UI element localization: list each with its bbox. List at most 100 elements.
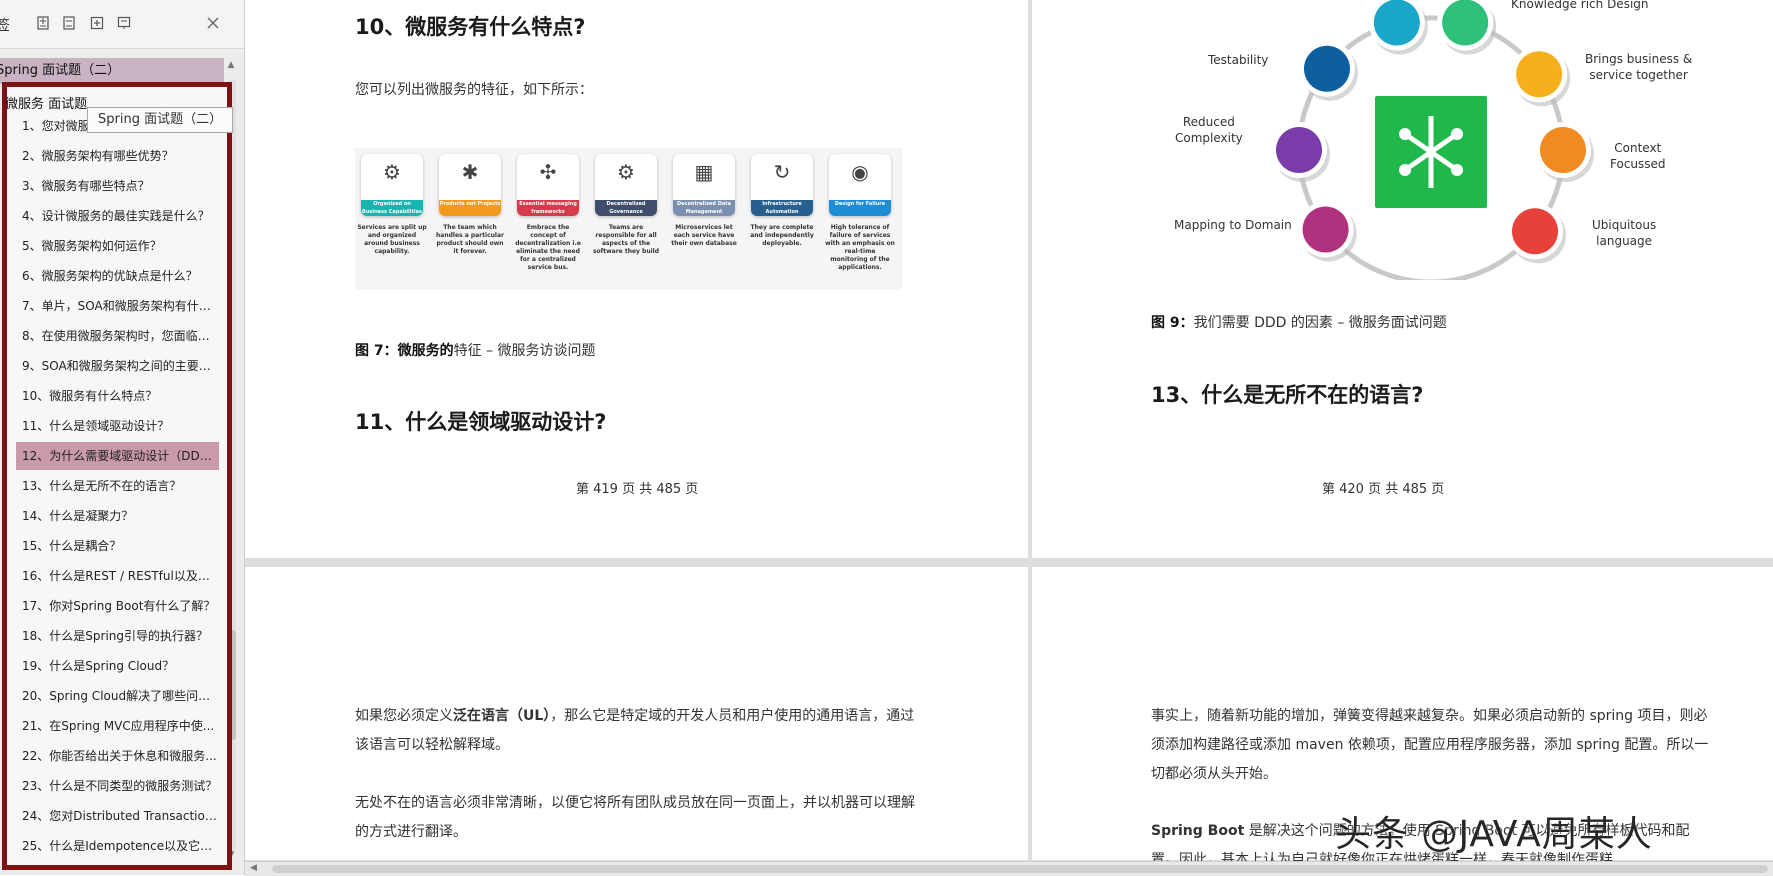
feature-description: Microservices let each service have thei… [671,224,737,247]
page-419: 10、微服务有什么特点? 您可以列出微服务的特征，如下所示： ⚙ Organize… [245,0,1028,558]
wheel-label-knowledge: Knowledge rich Design [1511,0,1649,11]
bookmark-item[interactable]: 23、什么是不同类型的微服务测试？ [16,772,219,800]
feature-icon: ◉ [851,160,869,184]
feature-card: ◉ Design for Failure High tolerance of fai… [823,154,897,284]
ddd-center-logo [1375,96,1487,208]
wheel-node [1516,51,1563,98]
wheel-label-context: Context Focussed [1610,141,1666,171]
bookmark-item[interactable]: 19、什么是Spring Cloud？ [16,652,219,680]
bookmark-item[interactable]: 2、微服务架构有哪些优势？ [16,142,219,170]
wheel-node [1373,0,1420,46]
caption-bold: 微服务的 [397,343,454,359]
spring-complexity-paragraph: 事实上，随着新功能的增加，弹簧变得越来越复杂。如果必须启动新的 spring 项… [1151,708,1709,782]
feature-icon: ⚙ [617,160,635,184]
watermark-text: 头条 @JAVA周某人 [1335,814,1653,855]
feature-description: Teams are responsible for all aspects of… [592,224,660,255]
bookmark-root-item[interactable]: 微服务 面试题 [5,93,87,112]
bookmark-item[interactable]: 13、什么是无所不在的语言？ [16,472,219,500]
bookmark-item[interactable]: 12、为什么需要域驱动设计（DDD... [16,442,219,470]
bookmark-item[interactable]: 24、您对Distributed Transaction... [16,802,219,830]
feature-icon: ↻ [773,160,791,184]
scroll-left-arrow-icon[interactable]: ◀ [250,863,257,873]
wheel-label-testability: Testability [1208,53,1269,67]
bookmark-item[interactable]: 7、单片，SOA和微服务架构有什么... [16,292,219,320]
bookmark-item[interactable]: 5、微服务架构如何运作？ [16,232,219,260]
add-bookmark-icon[interactable] [88,14,106,32]
bookmark-item[interactable]: 3、微服务有哪些特点？ [16,172,219,200]
bookmarks-sidebar: 签 Spring 面试题（二） ▲ ▼ 微服务 面试题 1、您对微服务有何了解？… [0,0,245,875]
bookmark-properties-icon[interactable] [115,14,133,32]
wheel-node [1442,0,1489,46]
bookmark-item[interactable]: 8、在使用微服务架构时，您面临哪... [16,322,219,350]
feature-description: Embrace the concept of decentralization … [515,224,581,271]
wheel-node [1512,208,1559,255]
close-icon[interactable] [204,14,222,32]
feature-card: ✱ Products not Projects The team which han… [433,154,507,284]
ul-clarity-paragraph: 无处不在的语言必须非常清晰，以便它将所有团队成员放在同一页面上，并以机器可以理解… [355,795,915,840]
spring-boot-term: Spring Boot [1151,823,1245,839]
feature-card: ▦ Decentralized Data Management Microservi… [667,154,741,284]
wheel-label-business: Brings business & service together [1585,52,1693,82]
feature-tag: Essential messaging frameworks [517,200,579,216]
horizontal-scrollbar-thumb[interactable] [272,865,1768,873]
section-heading-11: 11、什么是领域驱动设计? [355,410,607,434]
scroll-up-arrow-icon[interactable]: ▲ [225,60,237,74]
sidebar-title: 签 [0,15,10,35]
feature-tag: Organized on Business Capabilities [361,200,423,216]
wheel-node [1276,127,1322,173]
bookmark-item[interactable]: 17、你对Spring Boot有什么了解？ [16,592,219,620]
wheel-label-mapping: Mapping to Domain [1174,218,1292,232]
bookmark-tree: 微服务 面试题 1、您对微服务有何了解？2、微服务架构有哪些优势？3、微服务有哪… [2,82,232,870]
bookmark-item[interactable]: 9、SOA和微服务架构之间的主要区... [16,352,219,380]
ddd-network-icon [1399,116,1463,188]
feature-icon: ⚙ [383,160,401,184]
bookmark-section-header[interactable]: Spring 面试题（二） [0,58,224,84]
bookmark-item[interactable]: 15、什么是耦合？ [16,532,219,560]
feature-card: ⚙ Decentralized Governance Teams are respo… [589,154,663,284]
wheel-label-complexity: Reduced Complexity [1175,115,1243,145]
page-number: 第 420 页 共 485 页 [1322,482,1445,497]
bookmark-item[interactable]: 22、你能否给出关于休息和微服务... [16,742,219,770]
feature-icon: ✣ [539,160,557,184]
feature-card: ✣ Essential messaging frameworks Embrace t… [511,154,585,284]
section-header-label: Spring 面试题（二） [0,63,121,78]
sidebar-toolbar: 签 [0,0,244,49]
intro-text: 您可以列出微服务的特征，如下所示： [355,82,593,98]
figure-7-caption: 图 7：微服务的特征 – 微服务访谈问题 [355,343,596,359]
feature-description: High tolerance of failure of services wi… [825,224,895,271]
page-421: 如果您必须定义泛在语言（UL），那么它是特定域的开发人员和用户使用的通用语言，通… [245,567,1028,860]
bookmark-item[interactable]: 4、设计微服务的最佳实践是什么？ [16,202,219,230]
collapse-all-icon[interactable] [60,14,78,32]
wheel-node [1540,127,1586,173]
feature-card: ⚙ Organized on Business Capabilities Servi… [355,154,429,284]
feature-tag: Decentralized Data Management [673,200,735,216]
horizontal-scrollbar[interactable]: ◀ [245,861,1773,876]
feature-description: They are complete and independently depl… [750,224,814,247]
page-number: 第 419 页 共 485 页 [576,482,699,497]
feature-tag: Design for Failure [829,200,891,216]
bookmark-item[interactable]: 18、什么是Spring引导的执行器？ [16,622,219,650]
wheel-node [1302,206,1349,253]
bookmark-item[interactable]: 14、什么是凝聚力？ [16,502,219,530]
bookmark-item[interactable]: 20、Spring Cloud解决了哪些问题？ [16,682,219,710]
bookmark-item[interactable]: 21、在Spring MVC应用程序中使... [16,712,219,740]
feature-icon: ▦ [694,160,714,184]
feature-description: Services are split up and organized arou… [357,224,427,255]
ul-term: 泛在语言（UL） [453,708,551,724]
microservice-features-figure: ⚙ Organized on Business Capabilities Servi… [355,148,902,290]
bookmark-tooltip: Spring 面试题（二） [87,107,234,133]
wheel-label-ubiquitous: Ubiquitous language [1592,218,1657,248]
expand-all-icon[interactable] [34,14,52,32]
feature-icon: ✱ [461,160,479,184]
feature-tag: Infrastructure Automation [751,200,813,216]
bookmark-item[interactable]: 11、什么是领域驱动设计？ [16,412,219,440]
bookmark-item[interactable]: 6、微服务架构的优缺点是什么？ [16,262,219,290]
caption-rest: 我们需要 DDD 的因素 – 微服务面试问题 [1193,315,1447,331]
section-heading-13: 13、什么是无所不在的语言? [1151,383,1424,407]
feature-card: ↻ Infrastructure Automation They are compl… [745,154,819,284]
bookmark-item[interactable]: 10、微服务有什么特点？ [16,382,219,410]
bookmark-item[interactable]: 16、什么是REST / RESTful以及它... [16,562,219,590]
feature-tag: Decentralized Governance [595,200,657,216]
bookmark-item[interactable]: 25、什么是Idempotence以及它在... [16,832,219,860]
section-heading-10: 10、微服务有什么特点? [355,15,586,39]
